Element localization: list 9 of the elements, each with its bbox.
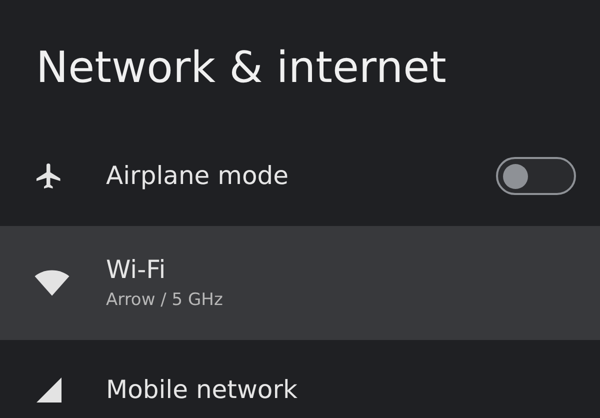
row-label: Mobile network bbox=[106, 374, 298, 406]
airplane-toggle[interactable] bbox=[496, 157, 576, 195]
settings-row[interactable]: Wi-Fi Arrow / 5 GHz bbox=[0, 226, 600, 340]
row-label: Airplane mode bbox=[106, 160, 290, 192]
row-subtitle: Arrow / 5 GHz bbox=[106, 289, 224, 312]
wifi-icon bbox=[34, 269, 70, 297]
row-label: Wi-Fi bbox=[106, 254, 167, 286]
page-title: Network & internet bbox=[36, 42, 448, 95]
signal-icon bbox=[34, 375, 64, 405]
